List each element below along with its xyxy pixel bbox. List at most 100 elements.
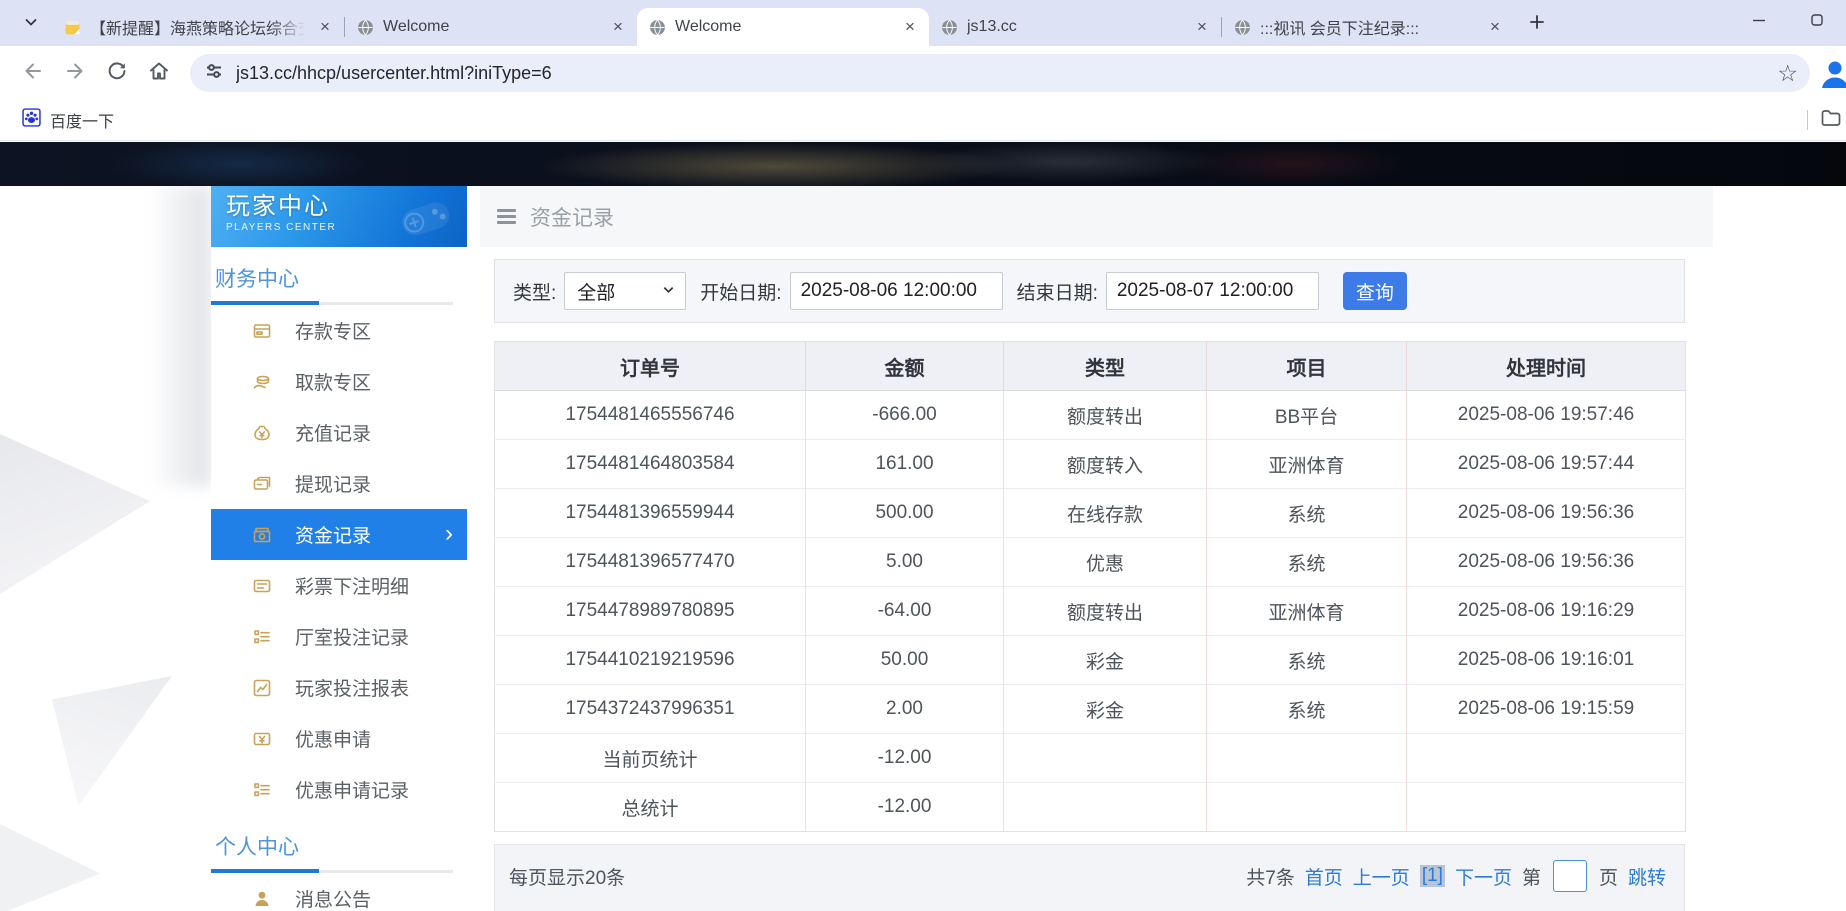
tab-0[interactable]: 【新提醒】海燕策略论坛综合交 × (52, 8, 344, 46)
tab-close-icon[interactable]: × (314, 16, 336, 38)
tab-title: Welcome (383, 18, 598, 36)
table-cell (1004, 783, 1207, 832)
table-row: 1754481396559944500.00在线存款系统2025-08-06 1… (495, 489, 1686, 538)
sidebar-item-deposit-card[interactable]: 存款专区 (211, 305, 467, 356)
url-text[interactable]: js13.cc/hhcp/usercenter.html?iniType=6 (236, 63, 1765, 84)
table-cell: 2025-08-06 19:16:29 (1407, 587, 1686, 636)
table-cell: 161.00 (806, 440, 1004, 489)
table-cell: 2025-08-06 19:57:44 (1407, 440, 1686, 489)
player-report-icon (251, 678, 273, 698)
withdraw-record-icon (251, 474, 273, 494)
usercenter-content: 玩家中心 PLAYERS CENTER 财务中心存款专区取款专区充值记录提现记录… (211, 186, 1713, 911)
tab-close-icon[interactable]: × (607, 16, 629, 38)
maximize-icon (1810, 13, 1824, 32)
table-row: 1754478989780895-64.00额度转出亚洲体育2025-08-06… (495, 587, 1686, 636)
table-cell: -12.00 (806, 734, 1004, 783)
end-date-input[interactable] (1106, 272, 1319, 310)
type-select[interactable]: 全部 (564, 272, 686, 310)
start-date-input[interactable] (790, 272, 1003, 310)
back-button[interactable] (15, 55, 51, 91)
bookmarks-right (1807, 100, 1846, 140)
page-jump-input[interactable] (1553, 860, 1587, 892)
watermark-triangle (0, 824, 100, 911)
tab-close-icon[interactable]: × (899, 16, 921, 38)
column-header: 项目 (1207, 342, 1407, 391)
table-cell: 额度转出 (1004, 391, 1207, 440)
sidebar-item-label: 资金记录 (295, 521, 371, 548)
folder-icon[interactable] (1820, 107, 1842, 134)
globe-favicon-icon (357, 19, 374, 36)
tab-title: Welcome (675, 18, 890, 36)
sidebar-section-title: 财务中心 (211, 247, 467, 302)
sidebar-item-withdraw-record[interactable]: 提现记录 (211, 458, 467, 509)
sidebar-item-promo-apply[interactable]: 优惠申请 (211, 713, 467, 764)
tab-title: 【新提醒】海燕策略论坛综合交 (90, 15, 305, 39)
gamepad-icon (389, 190, 461, 247)
table-row: 17544813965774705.00优惠系统2025-08-06 19:56… (495, 538, 1686, 587)
sidebar-item-recharge-bag[interactable]: 充值记录 (211, 407, 467, 458)
minimize-button[interactable] (1730, 0, 1788, 44)
tab-search-button[interactable] (14, 7, 48, 41)
new-tab-button[interactable] (1520, 7, 1554, 41)
tab-close-icon[interactable]: × (1484, 16, 1506, 38)
tab-strip-tabs: 【新提醒】海燕策略论坛综合交×Welcome×Welcome×js13.cc×:… (52, 8, 1514, 46)
home-button[interactable] (141, 55, 177, 91)
recharge-bag-icon (251, 423, 273, 443)
table-cell: 总统计 (495, 783, 806, 832)
table-cell: -64.00 (806, 587, 1004, 636)
tab-4[interactable]: :::视讯 会员下注纪录:::× (1222, 8, 1514, 46)
maximize-button[interactable] (1788, 0, 1846, 44)
plus-icon (1529, 14, 1545, 35)
table-cell: 1754481396577470 (495, 538, 806, 587)
column-header: 金额 (806, 342, 1004, 391)
bookmarks-bar: 百度一下 (0, 100, 1846, 141)
search-button[interactable]: 查询 (1343, 272, 1407, 310)
sidebar-item-promo-record[interactable]: 优惠申请记录 (211, 764, 467, 815)
table-cell: 额度转入 (1004, 440, 1207, 489)
tab-1[interactable]: Welcome × (345, 8, 637, 46)
table-cell: 2025-08-06 19:56:36 (1407, 538, 1686, 587)
table-cell: -12.00 (806, 783, 1004, 832)
tab-3[interactable]: js13.cc× (929, 8, 1221, 46)
deposit-card-icon (251, 321, 273, 341)
table-cell: 1754410219219596 (495, 636, 806, 685)
reload-button[interactable] (99, 55, 135, 91)
sidebar-item-label: 充值记录 (295, 419, 371, 446)
bookmarks-divider (1807, 110, 1808, 130)
table-cell: 亚洲体育 (1207, 440, 1407, 489)
withdraw-hand-icon (251, 372, 273, 392)
sidebar-item-player-report[interactable]: 玩家投注报表 (211, 662, 467, 713)
sidebar-item-fund-record[interactable]: 资金记录› (211, 509, 467, 560)
main-panel: 资金记录 类型: 全部 开始日期: 结束日期: 查询 (480, 186, 1713, 911)
back-arrow-icon (22, 60, 44, 87)
sidebar-menu: 财务中心存款专区取款专区充值记录提现记录资金记录›彩票下注明细厅室投注记录玩家投… (211, 247, 467, 911)
first-page-link[interactable]: 首页 (1305, 863, 1343, 890)
sidebar-item-hall-bet-record[interactable]: 厅室投注记录 (211, 611, 467, 662)
table-cell: 亚洲体育 (1207, 587, 1407, 636)
sidebar-item-label: 消息公告 (295, 885, 371, 911)
table-header: 订单号金额类型项目处理时间 (495, 342, 1686, 391)
page-title-band: 资金记录 (480, 186, 1713, 247)
next-page-link[interactable]: 下一页 (1455, 863, 1512, 890)
forward-button[interactable] (57, 55, 93, 91)
tab-2-active[interactable]: Welcome × (637, 8, 929, 46)
sidebar-item-withdraw-hand[interactable]: 取款专区 (211, 356, 467, 407)
tab-close-icon[interactable]: × (1191, 16, 1213, 38)
sidebar-item-label: 优惠申请记录 (295, 776, 409, 803)
table-cell: 额度转出 (1004, 587, 1207, 636)
bookmark-star-icon[interactable]: ☆ (1777, 62, 1798, 85)
table-cell: 2025-08-06 19:16:01 (1407, 636, 1686, 685)
background-blur-shade (150, 186, 211, 486)
profile-avatar[interactable] (1818, 57, 1846, 89)
browser-toolbar: js13.cc/hhcp/usercenter.html?iniType=6 ☆ (0, 46, 1846, 100)
table-row: 175441021921959650.00彩金系统2025-08-06 19:1… (495, 636, 1686, 685)
bookmark-baidu[interactable]: 百度一下 (14, 104, 122, 136)
page-title: 资金记录 (530, 202, 614, 232)
site-info-icon[interactable] (204, 61, 224, 86)
sidebar-item-message-notice[interactable]: 消息公告 (211, 873, 467, 911)
address-bar[interactable]: js13.cc/hhcp/usercenter.html?iniType=6 ☆ (190, 54, 1810, 92)
sidebar-item-lottery-detail[interactable]: 彩票下注明细 (211, 560, 467, 611)
total-count-text: 共7条 (1246, 863, 1295, 890)
prev-page-link[interactable]: 上一页 (1353, 863, 1410, 890)
jump-link[interactable]: 跳转 (1628, 863, 1666, 890)
